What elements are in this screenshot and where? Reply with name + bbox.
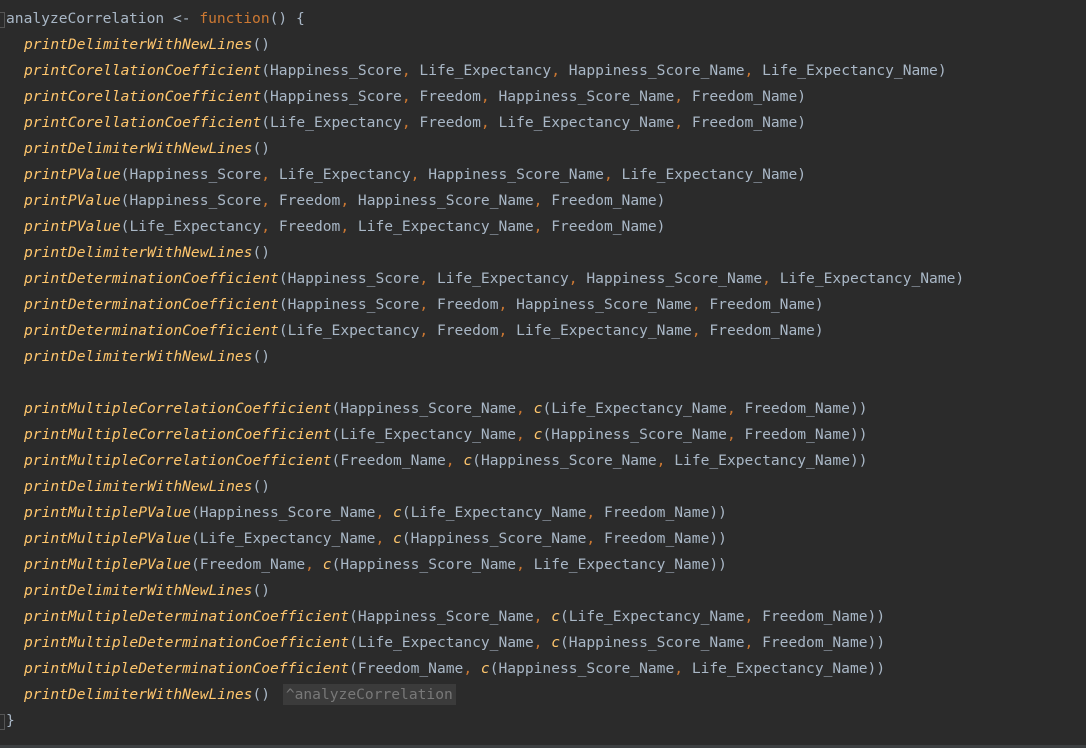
call-function-name: printDelimiterWithNewLines <box>24 348 253 365</box>
call-arguments: (Happiness_Score, Life_Expectancy, Happi… <box>278 270 965 287</box>
code-line[interactable]: printMultipleCorrelationCoefficient(Happ… <box>6 396 868 422</box>
call-arguments: (Life_Expectancy, Freedom, Life_Expectan… <box>261 114 807 131</box>
code-line[interactable]: printPValue(Life_Expectancy, Freedom, Li… <box>6 214 665 240</box>
code-line[interactable]: printMultiplePValue(Life_Expectancy_Name… <box>6 526 727 552</box>
call-function-name: printMultipleDeterminationCoefficient <box>24 634 350 651</box>
call-arguments: () <box>252 244 271 261</box>
call-function-name: printDelimiterWithNewLines <box>24 478 253 495</box>
call-arguments: (Happiness_Score, Freedom, Happiness_Sco… <box>261 88 807 105</box>
call-function-name: printMultipleDeterminationCoefficient <box>24 608 350 625</box>
call-function-name: printDeterminationCoefficient <box>24 270 279 287</box>
closing-brace: } <box>6 712 15 729</box>
call-function-name: printCorellationCoefficient <box>24 88 262 105</box>
call-arguments: (Life_Expectancy_Name, c(Happiness_Score… <box>349 634 886 651</box>
call-arguments: (Happiness_Score, Life_Expectancy, Happi… <box>261 62 947 79</box>
assign-operator: <- <box>172 10 191 27</box>
function-open: () { <box>269 10 305 27</box>
call-arguments: (Happiness_Score_Name, c(Life_Expectancy… <box>349 608 886 625</box>
code-line[interactable]: printMultipleDeterminationCoefficient(Ha… <box>6 604 885 630</box>
code-line[interactable]: printCorellationCoefficient(Happiness_Sc… <box>6 58 947 84</box>
code-line[interactable]: printMultiplePValue(Happiness_Score_Name… <box>6 500 727 526</box>
code-line[interactable]: printDelimiterWithNewLines() <box>6 136 270 162</box>
call-function-name: printDeterminationCoefficient <box>24 322 279 339</box>
code-line[interactable]: printDelimiterWithNewLines() <box>6 474 270 500</box>
call-function-name: printPValue <box>24 192 121 209</box>
call-arguments: (Life_Expectancy, Freedom, Life_Expectan… <box>278 322 824 339</box>
call-arguments: (Freedom_Name, c(Happiness_Score_Name, L… <box>331 452 868 469</box>
fold-marker-icon[interactable] <box>0 714 5 730</box>
inlay-hint: ^analyzeCorrelation <box>282 684 456 705</box>
code-line[interactable]: printCorellationCoefficient(Happiness_Sc… <box>6 84 806 110</box>
call-arguments: () <box>252 140 271 157</box>
call-arguments: () <box>252 582 271 599</box>
code-line[interactable]: printMultiplePValue(Freedom_Name, c(Happ… <box>6 552 727 578</box>
call-arguments: (Happiness_Score_Name, c(Life_Expectancy… <box>331 400 868 417</box>
call-function-name: printMultipleCorrelationCoefficient <box>24 400 332 417</box>
call-function-name: printDelimiterWithNewLines <box>24 582 253 599</box>
call-arguments: (Happiness_Score, Freedom, Happiness_Sco… <box>278 296 824 313</box>
call-arguments: () <box>252 686 271 703</box>
call-arguments: (Freedom_Name, c(Happiness_Score_Name, L… <box>190 556 727 573</box>
call-arguments: (Life_Expectancy_Name, c(Happiness_Score… <box>331 426 868 443</box>
function-header-line[interactable]: analyzeCorrelation <- function() { <box>6 6 305 32</box>
code-line[interactable]: printCorellationCoefficient(Life_Expecta… <box>6 110 806 136</box>
call-function-name: printDelimiterWithNewLines <box>24 686 253 703</box>
call-function-name: printMultiplePValue <box>24 530 191 547</box>
call-function-name: printCorellationCoefficient <box>24 114 262 131</box>
call-function-name: printDelimiterWithNewLines <box>24 140 253 157</box>
code-line[interactable]: printDeterminationCoefficient(Life_Expec… <box>6 318 824 344</box>
fold-marker-icon[interactable] <box>0 12 5 28</box>
call-function-name: printPValue <box>24 218 121 235</box>
call-function-name: printMultipleDeterminationCoefficient <box>24 660 350 677</box>
code-line[interactable]: printMultipleCorrelationCoefficient(Free… <box>6 448 868 474</box>
call-arguments: (Life_Expectancy, Freedom, Life_Expectan… <box>120 218 666 235</box>
code-editor[interactable]: analyzeCorrelation <- function() { print… <box>0 0 1086 748</box>
call-function-name: printCorellationCoefficient <box>24 62 262 79</box>
code-line[interactable]: printMultipleCorrelationCoefficient(Life… <box>6 422 868 448</box>
call-function-name: printDeterminationCoefficient <box>24 296 279 313</box>
call-function-name: printMultiplePValue <box>24 556 191 573</box>
call-function-name: printDelimiterWithNewLines <box>24 36 253 53</box>
call-function-name: printMultipleCorrelationCoefficient <box>24 426 332 443</box>
call-arguments: (Freedom_Name, c(Happiness_Score_Name, L… <box>349 660 886 677</box>
blank-line[interactable] <box>6 370 24 396</box>
call-arguments: (Life_Expectancy_Name, c(Happiness_Score… <box>190 530 727 547</box>
call-function-name: printDelimiterWithNewLines <box>24 244 253 261</box>
function-keyword: function <box>199 10 270 27</box>
code-line[interactable]: printDelimiterWithNewLines() <box>6 344 270 370</box>
code-line[interactable]: printPValue(Happiness_Score, Life_Expect… <box>6 162 806 188</box>
code-line[interactable]: printMultipleDeterminationCoefficient(Fr… <box>6 656 885 682</box>
code-line[interactable]: printDelimiterWithNewLines() ^analyzeCor… <box>6 682 456 708</box>
call-arguments: () <box>252 348 271 365</box>
code-line[interactable]: printDeterminationCoefficient(Happiness_… <box>6 266 964 292</box>
code-line[interactable]: printPValue(Happiness_Score, Freedom, Ha… <box>6 188 665 214</box>
call-function-name: printPValue <box>24 166 121 183</box>
code-line[interactable]: printDelimiterWithNewLines() <box>6 32 270 58</box>
code-line[interactable]: printMultipleDeterminationCoefficient(Li… <box>6 630 885 656</box>
call-function-name: printMultiplePValue <box>24 504 191 521</box>
call-arguments: (Happiness_Score, Freedom, Happiness_Sco… <box>120 192 666 209</box>
call-arguments: () <box>252 36 271 53</box>
call-arguments: (Happiness_Score_Name, c(Life_Expectancy… <box>190 504 727 521</box>
call-arguments: (Happiness_Score, Life_Expectancy, Happi… <box>120 166 807 183</box>
code-line[interactable]: printDelimiterWithNewLines() <box>6 240 270 266</box>
code-line[interactable]: printDelimiterWithNewLines() <box>6 578 270 604</box>
call-arguments: () <box>252 478 271 495</box>
call-function-name: printMultipleCorrelationCoefficient <box>24 452 332 469</box>
function-name: analyzeCorrelation <box>6 10 165 27</box>
code-line[interactable]: printDeterminationCoefficient(Happiness_… <box>6 292 824 318</box>
